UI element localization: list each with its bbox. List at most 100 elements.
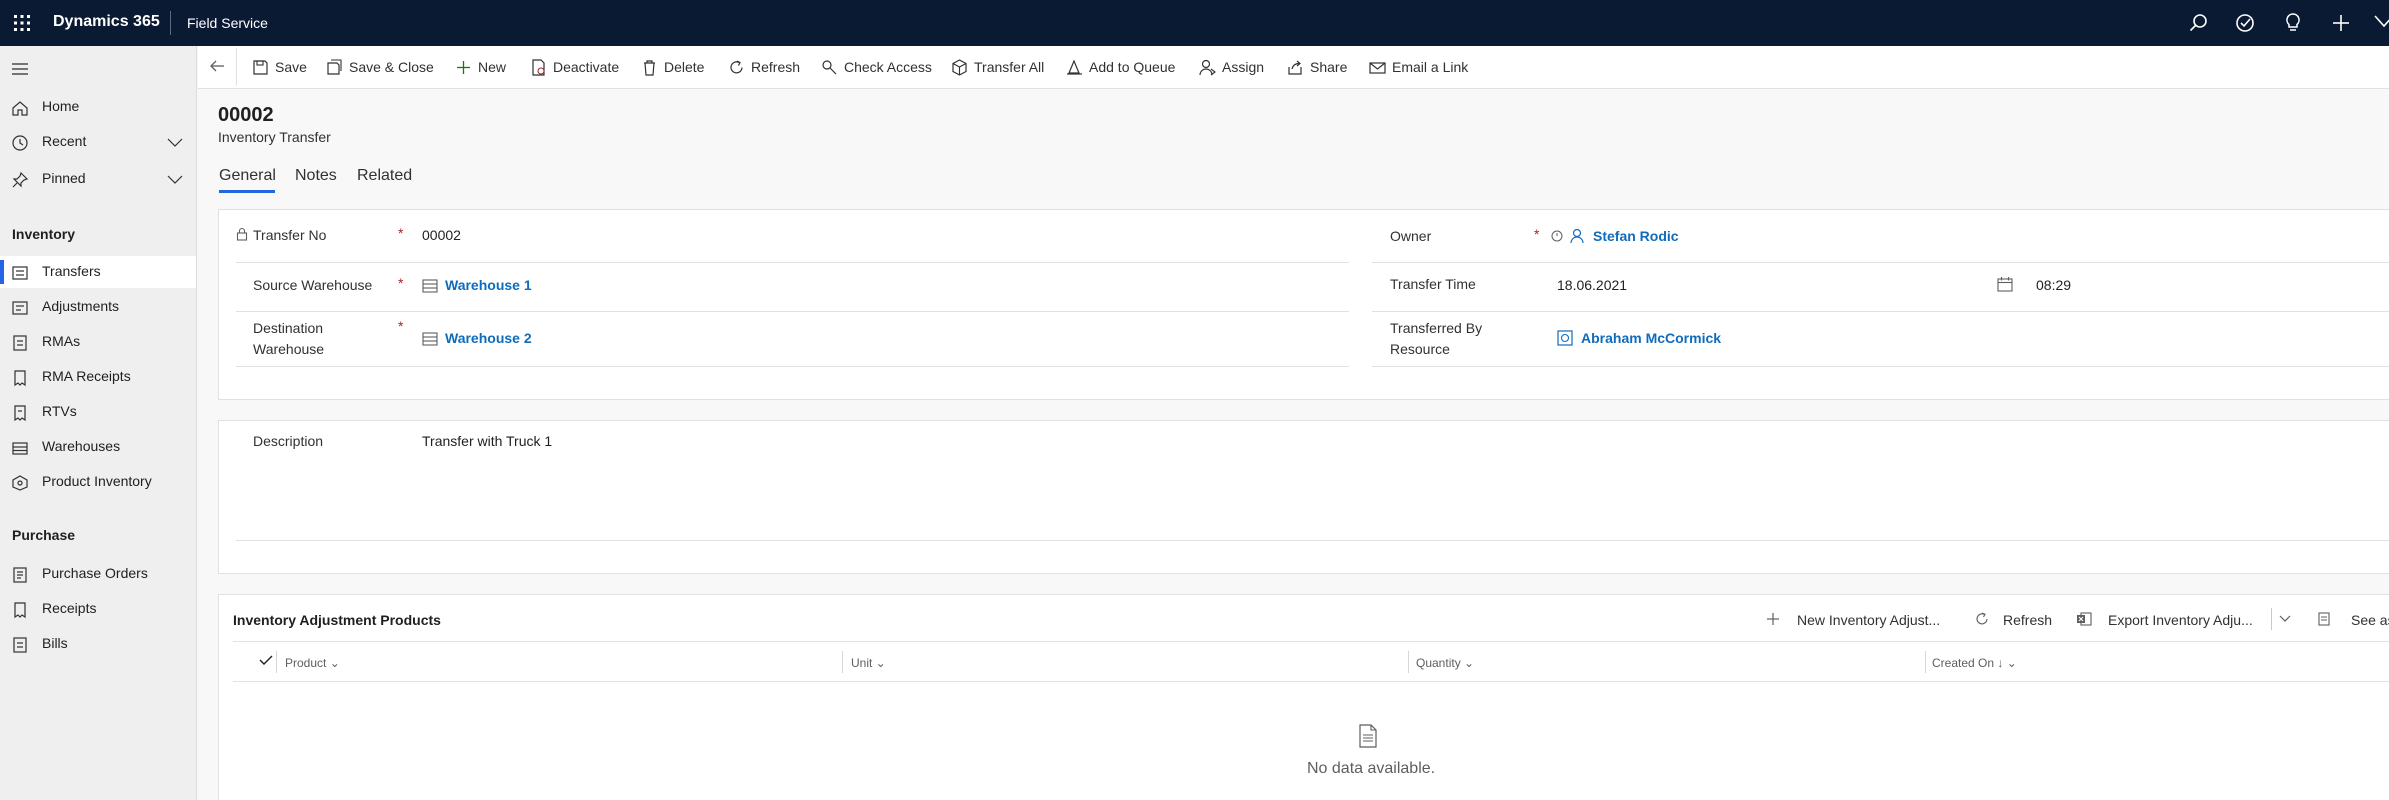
nav-purchase-orders[interactable]: Purchase Orders [0,558,196,590]
resource-icon [1557,330,1573,346]
share-icon [1288,60,1302,75]
nav-label: Pinned [42,170,86,186]
receipt-icon [14,602,26,619]
column-divider [1925,651,1926,673]
command-label: Save & Close [349,59,434,75]
transferred-by-label: Transferred By [1390,320,1483,336]
warehouse-icon [422,332,438,346]
tab-general[interactable]: General [219,167,276,185]
transfer-no-value[interactable]: 00002 [422,227,461,243]
key-icon [822,60,837,75]
nav-label: Adjustments [42,298,120,314]
task-icon[interactable] [2233,11,2257,35]
app-launcher-icon[interactable] [12,13,32,33]
nav-label: Receipts [42,600,97,616]
back-arrow-icon[interactable] [208,57,226,75]
nav-warehouses[interactable]: Warehouses [0,431,196,463]
order-icon [13,567,27,583]
nav-receipts[interactable]: Receipts [0,593,196,625]
empty-document-icon [1359,724,1377,748]
hamburger-menu-icon[interactable] [11,62,29,76]
command-label: Add to Queue [1089,59,1176,75]
chevron-down-icon[interactable] [2278,613,2292,625]
nav-adjustments[interactable]: Adjustments [0,291,196,323]
email-icon [1369,62,1386,74]
app-name[interactable]: Field Service [187,15,268,31]
owner-label: Owner [1390,228,1432,244]
transfer-time-value[interactable]: 08:29 [2036,277,2071,293]
sitemap-sidebar: Home Recent Pinned Inventory Transfers A… [0,46,197,800]
nav-pinned[interactable]: Pinned [0,163,196,195]
command-label: Deactivate [553,59,620,75]
nav-bills[interactable]: Bills [0,628,196,660]
nav-rtvs[interactable]: RTVs [0,396,196,428]
column-header-label: Unit [851,656,873,670]
destination-warehouse-label-line2: Warehouse [253,341,325,357]
box-icon [952,59,967,76]
brand-title[interactable]: Dynamics 365 [53,13,160,31]
column-header-unit[interactable]: Unit ⌄ [851,656,886,670]
chevron-down-icon[interactable] [166,135,184,149]
rtv-icon [14,405,26,422]
clock-icon [12,135,28,151]
see-associated-icon [2318,612,2330,626]
nav-transfers[interactable]: Transfers [0,256,196,288]
nav-rmas[interactable]: RMAs [0,326,196,358]
export-inventory-adjustment-button[interactable]: Export Inventory Adju... [2108,612,2253,628]
owner-link[interactable]: Stefan Rodic [1593,228,1679,244]
bill-icon [13,637,27,653]
command-label: Email a Link [1392,59,1469,75]
save-icon [253,60,268,75]
grid-header-top-line [233,641,2389,642]
chevron-down-icon[interactable] [166,172,184,186]
title-divider [170,11,171,35]
home-icon [12,101,28,116]
transfer-time-label: Transfer Time [1390,276,1476,292]
empty-grid-message: No data available. [1307,760,1436,777]
nav-label: Product Inventory [42,473,152,489]
nav-product-inventory[interactable]: Product Inventory [0,466,196,498]
tab-notes[interactable]: Notes [295,167,337,185]
subgrid-refresh-button[interactable]: Refresh [2003,612,2052,628]
required-indicator: * [398,318,404,334]
tab-related[interactable]: Related [357,167,412,185]
nav-rma-receipts[interactable]: RMA Receipts [0,361,196,393]
general-section [218,209,2389,400]
column-header-created-on[interactable]: Created On ↓ ⌄ [1932,656,2017,670]
search-icon[interactable] [2187,11,2211,35]
assign-icon [1199,59,1216,76]
column-header-label: Created On [1932,656,1995,670]
transfer-date-value[interactable]: 18.06.2021 [1557,277,1627,293]
calendar-icon[interactable] [1997,276,2013,292]
nav-label: Home [42,98,80,114]
column-divider [842,651,843,673]
lightbulb-icon[interactable] [2281,11,2305,35]
warehouse-icon [422,279,438,293]
select-all-checkmark-icon[interactable] [259,654,273,666]
plus-icon[interactable] [2329,11,2353,35]
nav-recent[interactable]: Recent [0,126,196,158]
column-header-product[interactable]: Product ⌄ [285,656,340,670]
source-warehouse-link[interactable]: Warehouse 1 [445,277,532,293]
description-value[interactable]: Transfer with Truck 1 [422,433,552,449]
plus-icon [457,61,470,74]
command-label: Save [275,59,307,75]
see-associated-button[interactable]: See as [2351,612,2389,628]
command-label: Refresh [751,59,801,75]
refresh-icon [730,60,743,74]
destination-warehouse-label: Destination [253,320,324,336]
trash-icon [644,60,655,76]
record-entity-name: Inventory Transfer [218,129,331,145]
new-inventory-adjustment-button[interactable]: New Inventory Adjust... [1797,612,1940,628]
field-divider [236,540,2389,541]
grid-header-bottom-line [233,681,2389,682]
column-header-quantity[interactable]: Quantity ⌄ [1416,656,1474,670]
deactivate-icon [532,59,545,76]
required-indicator: * [398,275,404,291]
nav-home[interactable]: Home [0,91,196,123]
filter-icon[interactable] [2372,11,2389,35]
nav-label: Recent [42,133,87,149]
destination-warehouse-link[interactable]: Warehouse 2 [445,330,532,346]
transferred-by-link[interactable]: Abraham McCormick [1581,330,1721,346]
lock-icon [236,227,248,241]
